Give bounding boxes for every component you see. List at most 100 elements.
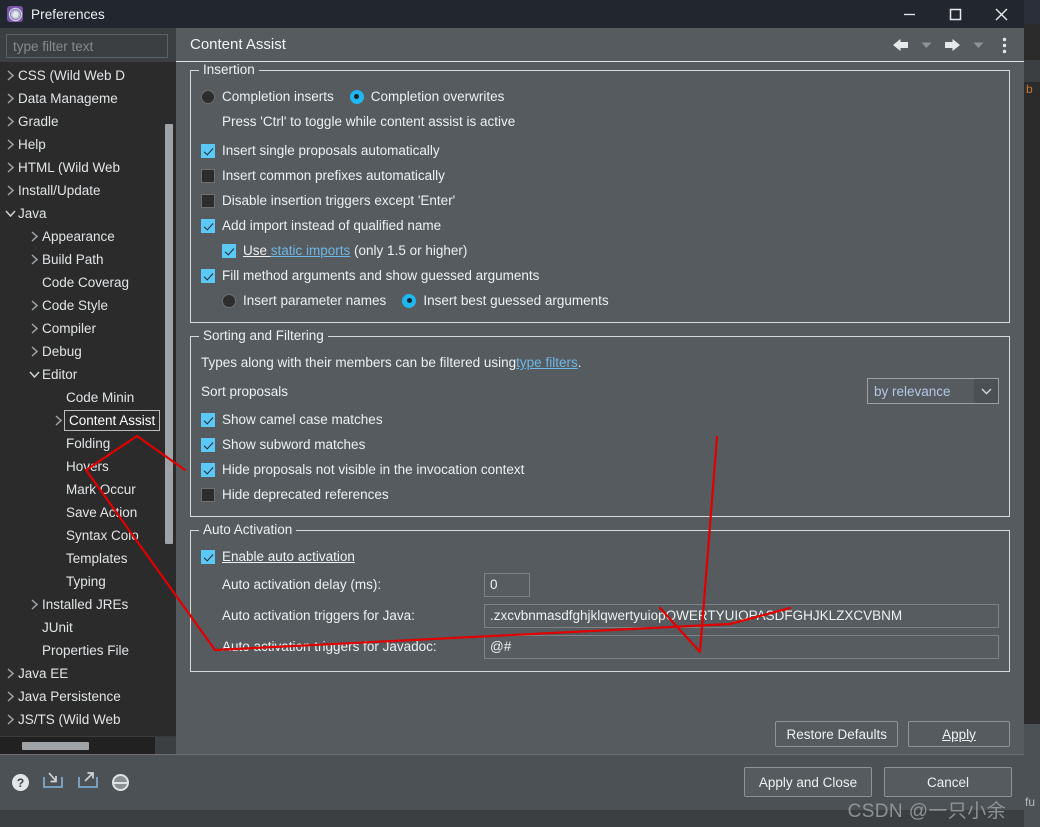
use-static-imports-row[interactable]: Use static imports (only 1.5 or higher) (201, 238, 999, 263)
sidebar-item-typing[interactable]: Typing (0, 570, 162, 593)
completion-inserts-radio[interactable] (201, 89, 215, 104)
sidebar-item-help[interactable]: Help (0, 133, 162, 156)
sidebar-item-templates[interactable]: Templates (0, 547, 162, 570)
sidebar-item-code-coverag[interactable]: Code Coverag (0, 271, 162, 294)
chevron-down-icon[interactable] (26, 370, 42, 379)
import-preferences-icon[interactable] (42, 770, 64, 795)
forward-dropdown-icon[interactable] (966, 33, 990, 57)
tree-vertical-scroll-thumb[interactable] (165, 124, 173, 544)
chevron-right-icon[interactable] (26, 323, 42, 334)
chevron-right-icon[interactable] (26, 231, 42, 242)
sidebar-item-data-manageme[interactable]: Data Manageme (0, 87, 162, 110)
sidebar-item-code-minin[interactable]: Code Minin (0, 386, 162, 409)
close-button[interactable] (978, 0, 1024, 28)
use-static-imports-checkbox[interactable] (222, 243, 236, 258)
show-subword-checkbox[interactable] (201, 437, 215, 452)
sidebar-item-gradle[interactable]: Gradle (0, 110, 162, 133)
hide-deprecated-row[interactable]: Hide deprecated references (201, 482, 999, 507)
chevron-right-icon[interactable] (2, 691, 18, 702)
sidebar-item-installed-jres[interactable]: Installed JREs (0, 593, 162, 616)
tree-horizontal-scroll-thumb[interactable] (22, 742, 89, 750)
chevron-right-icon[interactable] (2, 116, 18, 127)
disable-insertion-triggers-checkbox[interactable] (201, 193, 215, 208)
chevron-right-icon[interactable] (2, 139, 18, 150)
sidebar-item-content-assist[interactable]: Content Assist (0, 409, 162, 432)
apply-and-close-button[interactable]: Apply and Close (744, 767, 872, 797)
hide-deprecated-checkbox[interactable] (201, 487, 215, 502)
sort-proposals-select[interactable]: by relevance (867, 378, 999, 404)
sidebar-item-syntax-colo[interactable]: Syntax Colo (0, 524, 162, 547)
view-menu-icon[interactable] (992, 33, 1016, 57)
chevron-right-icon[interactable] (2, 70, 18, 81)
chevron-right-icon[interactable] (26, 599, 42, 610)
back-arrow-icon[interactable] (888, 33, 912, 57)
tree-vertical-scrollbar[interactable] (162, 62, 176, 736)
chevron-right-icon[interactable] (2, 668, 18, 679)
sidebar-item-debug[interactable]: Debug (0, 340, 162, 363)
enable-auto-activation-checkbox[interactable] (201, 549, 215, 564)
show-camel-case-checkbox[interactable] (201, 412, 215, 427)
hide-invisible-proposals-checkbox[interactable] (201, 462, 215, 477)
type-filters-link[interactable]: type filters (516, 355, 578, 370)
sidebar-item-save-action[interactable]: Save Action (0, 501, 162, 524)
sidebar-item-html-wild-web[interactable]: HTML (Wild Web (0, 156, 162, 179)
chevron-right-icon[interactable] (26, 300, 42, 311)
sidebar-item-install-update[interactable]: Install/Update (0, 179, 162, 202)
sidebar-item-folding[interactable]: Folding (0, 432, 162, 455)
chevron-right-icon[interactable] (26, 346, 42, 357)
chevron-right-icon[interactable] (2, 185, 18, 196)
insert-common-prefixes-row[interactable]: Insert common prefixes automatically (201, 163, 999, 188)
insert-single-proposals-row[interactable]: Insert single proposals automatically (201, 138, 999, 163)
forward-arrow-icon[interactable] (940, 33, 964, 57)
sidebar-item-java[interactable]: Java (0, 202, 162, 225)
sidebar-item-editor[interactable]: Editor (0, 363, 162, 386)
show-subword-row[interactable]: Show subword matches (201, 432, 999, 457)
show-camel-case-row[interactable]: Show camel case matches (201, 407, 999, 432)
minimize-button[interactable] (886, 0, 932, 28)
sidebar-item-appearance[interactable]: Appearance (0, 225, 162, 248)
insert-common-prefixes-checkbox[interactable] (201, 168, 215, 183)
sidebar-item-build-path[interactable]: Build Path (0, 248, 162, 271)
chevron-right-icon[interactable] (2, 93, 18, 104)
sidebar-item-properties-file[interactable]: Properties File (0, 639, 162, 662)
disable-insertion-triggers-row[interactable]: Disable insertion triggers except 'Enter… (201, 188, 999, 213)
fill-method-arguments-row[interactable]: Fill method arguments and show guessed a… (201, 263, 999, 288)
static-imports-link[interactable]: static imports (271, 243, 351, 258)
toggle-icon[interactable] (112, 774, 129, 791)
filter-input[interactable]: type filter text (6, 34, 168, 58)
help-icon[interactable]: ? (12, 774, 29, 791)
add-import-row[interactable]: Add import instead of qualified name (201, 213, 999, 238)
preferences-tree[interactable]: CSS (Wild Web D Data Manageme Gradle Help HT… (0, 62, 176, 736)
apply-button[interactable]: Apply (908, 721, 1010, 747)
chevron-down-icon[interactable] (2, 209, 18, 218)
insert-best-guessed-radio[interactable] (402, 293, 417, 308)
sidebar-item-junit[interactable]: JUnit (0, 616, 162, 639)
hide-invisible-proposals-row[interactable]: Hide proposals not visible in the invoca… (201, 457, 999, 482)
sidebar-item-js-ts-wild-web[interactable]: JS/TS (Wild Web (0, 708, 162, 731)
auto-activation-javadoc-input[interactable]: @# (484, 634, 999, 659)
auto-activation-java-input[interactable]: .zxcvbnmasdfghjklqwertyuiopQWERTYUIOPASD… (484, 603, 999, 628)
chevron-right-icon[interactable] (26, 254, 42, 265)
sidebar-item-compiler[interactable]: Compiler (0, 317, 162, 340)
chevron-right-icon[interactable] (2, 162, 18, 173)
sidebar-item-java-persistence[interactable]: Java Persistence (0, 685, 162, 708)
sidebar-item-java-ee[interactable]: Java EE (0, 662, 162, 685)
insert-parameter-names-radio[interactable] (222, 293, 236, 308)
maximize-button[interactable] (932, 0, 978, 28)
sidebar-item-css-wild-web-d[interactable]: CSS (Wild Web D (0, 64, 162, 87)
export-preferences-icon[interactable] (77, 770, 99, 795)
cancel-button[interactable]: Cancel (884, 767, 1012, 797)
sidebar-item-mark-occur[interactable]: Mark Occur (0, 478, 162, 501)
fill-method-arguments-checkbox[interactable] (201, 268, 215, 283)
tree-horizontal-scrollbar[interactable] (0, 736, 176, 755)
sidebar-item-code-style[interactable]: Code Style (0, 294, 162, 317)
enable-auto-activation-row[interactable]: Enable auto activation (201, 544, 999, 569)
restore-defaults-button[interactable]: Restore Defaults (775, 721, 898, 747)
add-import-checkbox[interactable] (201, 218, 215, 233)
insert-single-proposals-checkbox[interactable] (201, 143, 215, 158)
auto-activation-delay-input[interactable]: 0 (484, 572, 530, 597)
back-dropdown-icon[interactable] (914, 33, 938, 57)
sidebar-item-hovers[interactable]: Hovers (0, 455, 162, 478)
chevron-right-icon[interactable] (2, 714, 18, 725)
completion-overwrites-radio[interactable] (349, 89, 364, 104)
